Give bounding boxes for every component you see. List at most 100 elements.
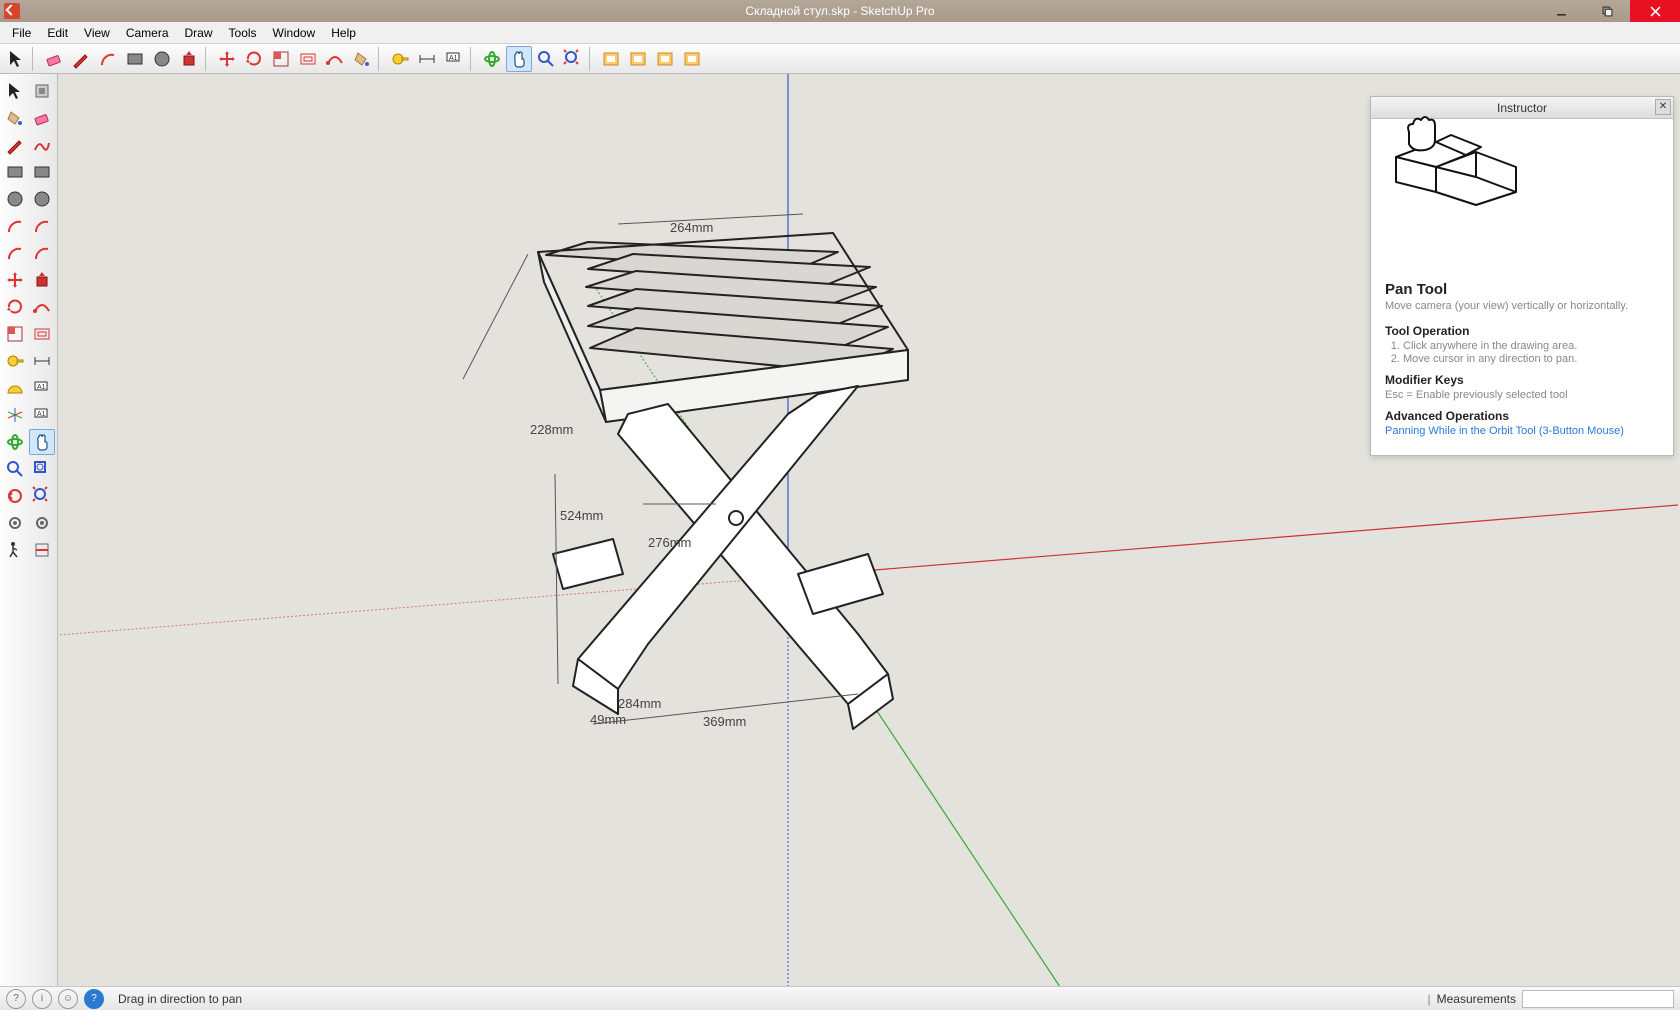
instructor-adv-heading: Advanced Operations	[1385, 409, 1659, 423]
tape-icon[interactable]	[2, 348, 28, 374]
svg-text:A1: A1	[449, 55, 458, 62]
measurements-label: Measurements	[1437, 992, 1516, 1006]
push-pull-icon[interactable]	[29, 267, 55, 293]
dimension-icon[interactable]	[414, 46, 440, 72]
select-arrow-icon[interactable]	[3, 46, 29, 72]
menu-file[interactable]: File	[4, 24, 39, 42]
dimension-icon[interactable]	[29, 348, 55, 374]
rotated-rect-icon[interactable]	[29, 159, 55, 185]
window-title: Складной стул.skp - SketchUp Pro	[745, 4, 934, 18]
status-info-icon[interactable]: i	[32, 989, 52, 1009]
3d-warehouse-icon[interactable]	[625, 46, 651, 72]
menu-draw[interactable]: Draw	[177, 24, 221, 42]
select-icon[interactable]	[2, 78, 28, 104]
scale-icon[interactable]	[2, 321, 28, 347]
move-icon[interactable]	[214, 46, 240, 72]
circle-icon[interactable]	[149, 46, 175, 72]
status-geo-icon[interactable]: ?	[84, 989, 104, 1009]
rotate-icon[interactable]	[2, 294, 28, 320]
instructor-adv-link[interactable]: Panning While in the Orbit Tool (3-Butto…	[1385, 425, 1624, 437]
dim-49: 49mm	[590, 712, 626, 727]
menubar: File Edit View Camera Draw Tools Window …	[0, 22, 1680, 44]
status-message: Drag in direction to pan	[118, 992, 242, 1006]
orbit-icon[interactable]	[2, 429, 28, 455]
paint-bucket-icon[interactable]	[349, 46, 375, 72]
protractor-icon[interactable]	[2, 375, 28, 401]
arc-icon[interactable]	[2, 213, 28, 239]
pan-icon[interactable]	[29, 429, 55, 455]
offset-icon[interactable]	[295, 46, 321, 72]
previous-icon[interactable]	[2, 483, 28, 509]
menu-camera[interactable]: Camera	[118, 24, 177, 42]
instructor-op-step: Move cursor in any direction to pan.	[1403, 353, 1659, 365]
layout-icon[interactable]	[679, 46, 705, 72]
follow-me-icon[interactable]	[322, 46, 348, 72]
rotate-icon[interactable]	[241, 46, 267, 72]
status-help-icon[interactable]: ?	[6, 989, 26, 1009]
instructor-op-heading: Tool Operation	[1385, 324, 1659, 338]
eraser-icon[interactable]	[29, 105, 55, 131]
section-plane-icon[interactable]	[29, 537, 55, 563]
pencil-icon[interactable]	[68, 46, 94, 72]
pan-icon[interactable]	[506, 46, 532, 72]
dim-369: 369mm	[703, 714, 746, 729]
orbit-icon[interactable]	[479, 46, 505, 72]
line-icon[interactable]	[2, 132, 28, 158]
zoom-extents-icon[interactable]	[29, 483, 55, 509]
menu-tools[interactable]: Tools	[221, 24, 265, 42]
follow-me-icon[interactable]	[29, 294, 55, 320]
instructor-illustration	[1385, 131, 1659, 281]
instructor-op-step: Click anywhere in the drawing area.	[1403, 340, 1659, 352]
look-around-icon[interactable]	[29, 510, 55, 536]
paint-bucket-icon[interactable]	[2, 105, 28, 131]
menu-edit[interactable]: Edit	[39, 24, 76, 42]
svg-text:A1: A1	[37, 384, 46, 391]
measurements-input[interactable]	[1522, 990, 1674, 1008]
text-icon[interactable]: A1	[29, 375, 55, 401]
instructor-close-icon[interactable]: ✕	[1655, 99, 1671, 115]
minimize-button[interactable]	[1538, 0, 1584, 22]
window-buttons	[1538, 0, 1680, 22]
scale-icon[interactable]	[268, 46, 294, 72]
status-user-icon[interactable]: ☺	[58, 989, 78, 1009]
text-icon[interactable]: A1	[441, 46, 467, 72]
zoom-icon[interactable]	[2, 456, 28, 482]
menu-window[interactable]: Window	[265, 24, 324, 42]
move-icon[interactable]	[2, 267, 28, 293]
push-pull-icon[interactable]	[176, 46, 202, 72]
close-button[interactable]	[1630, 0, 1680, 22]
make-component-icon[interactable]	[29, 78, 55, 104]
axes-icon[interactable]	[2, 402, 28, 428]
2pt-arc-icon[interactable]	[29, 213, 55, 239]
dim-264: 264mm	[670, 220, 713, 235]
zoom-icon[interactable]	[533, 46, 559, 72]
instructor-tool-desc: Move camera (your view) vertically or ho…	[1385, 300, 1659, 312]
rectangle-icon[interactable]	[122, 46, 148, 72]
polygon-icon[interactable]	[29, 186, 55, 212]
pie-icon[interactable]	[29, 240, 55, 266]
menu-view[interactable]: View	[76, 24, 118, 42]
add-location-icon[interactable]	[598, 46, 624, 72]
titlebar: Складной стул.skp - SketchUp Pro	[0, 0, 1680, 22]
zoom-window-icon[interactable]	[29, 456, 55, 482]
menu-help[interactable]: Help	[323, 24, 364, 42]
viewport[interactable]: 264mm 228mm 524mm 276mm 284mm 49mm 369mm…	[58, 74, 1680, 986]
circle-icon[interactable]	[2, 186, 28, 212]
dim-276: 276mm	[648, 535, 691, 550]
offset-icon[interactable]	[29, 321, 55, 347]
walk-icon[interactable]	[2, 537, 28, 563]
3pt-arc-icon[interactable]	[2, 240, 28, 266]
position-camera-icon[interactable]	[2, 510, 28, 536]
arc-icon[interactable]	[95, 46, 121, 72]
extension-warehouse-icon[interactable]	[652, 46, 678, 72]
freehand-icon[interactable]	[29, 132, 55, 158]
maximize-button[interactable]	[1584, 0, 1630, 22]
rectangle-icon[interactable]	[2, 159, 28, 185]
tape-measure-icon[interactable]	[387, 46, 413, 72]
instructor-op-list: Click anywhere in the drawing area. Move…	[1385, 340, 1659, 365]
zoom-extents-icon[interactable]	[560, 46, 586, 72]
instructor-mk-text: Esc = Enable previously selected tool	[1385, 389, 1659, 401]
eraser-icon[interactable]	[41, 46, 67, 72]
3d-text-icon[interactable]: A1	[29, 402, 55, 428]
measurements-area: | Measurements	[1428, 990, 1675, 1008]
